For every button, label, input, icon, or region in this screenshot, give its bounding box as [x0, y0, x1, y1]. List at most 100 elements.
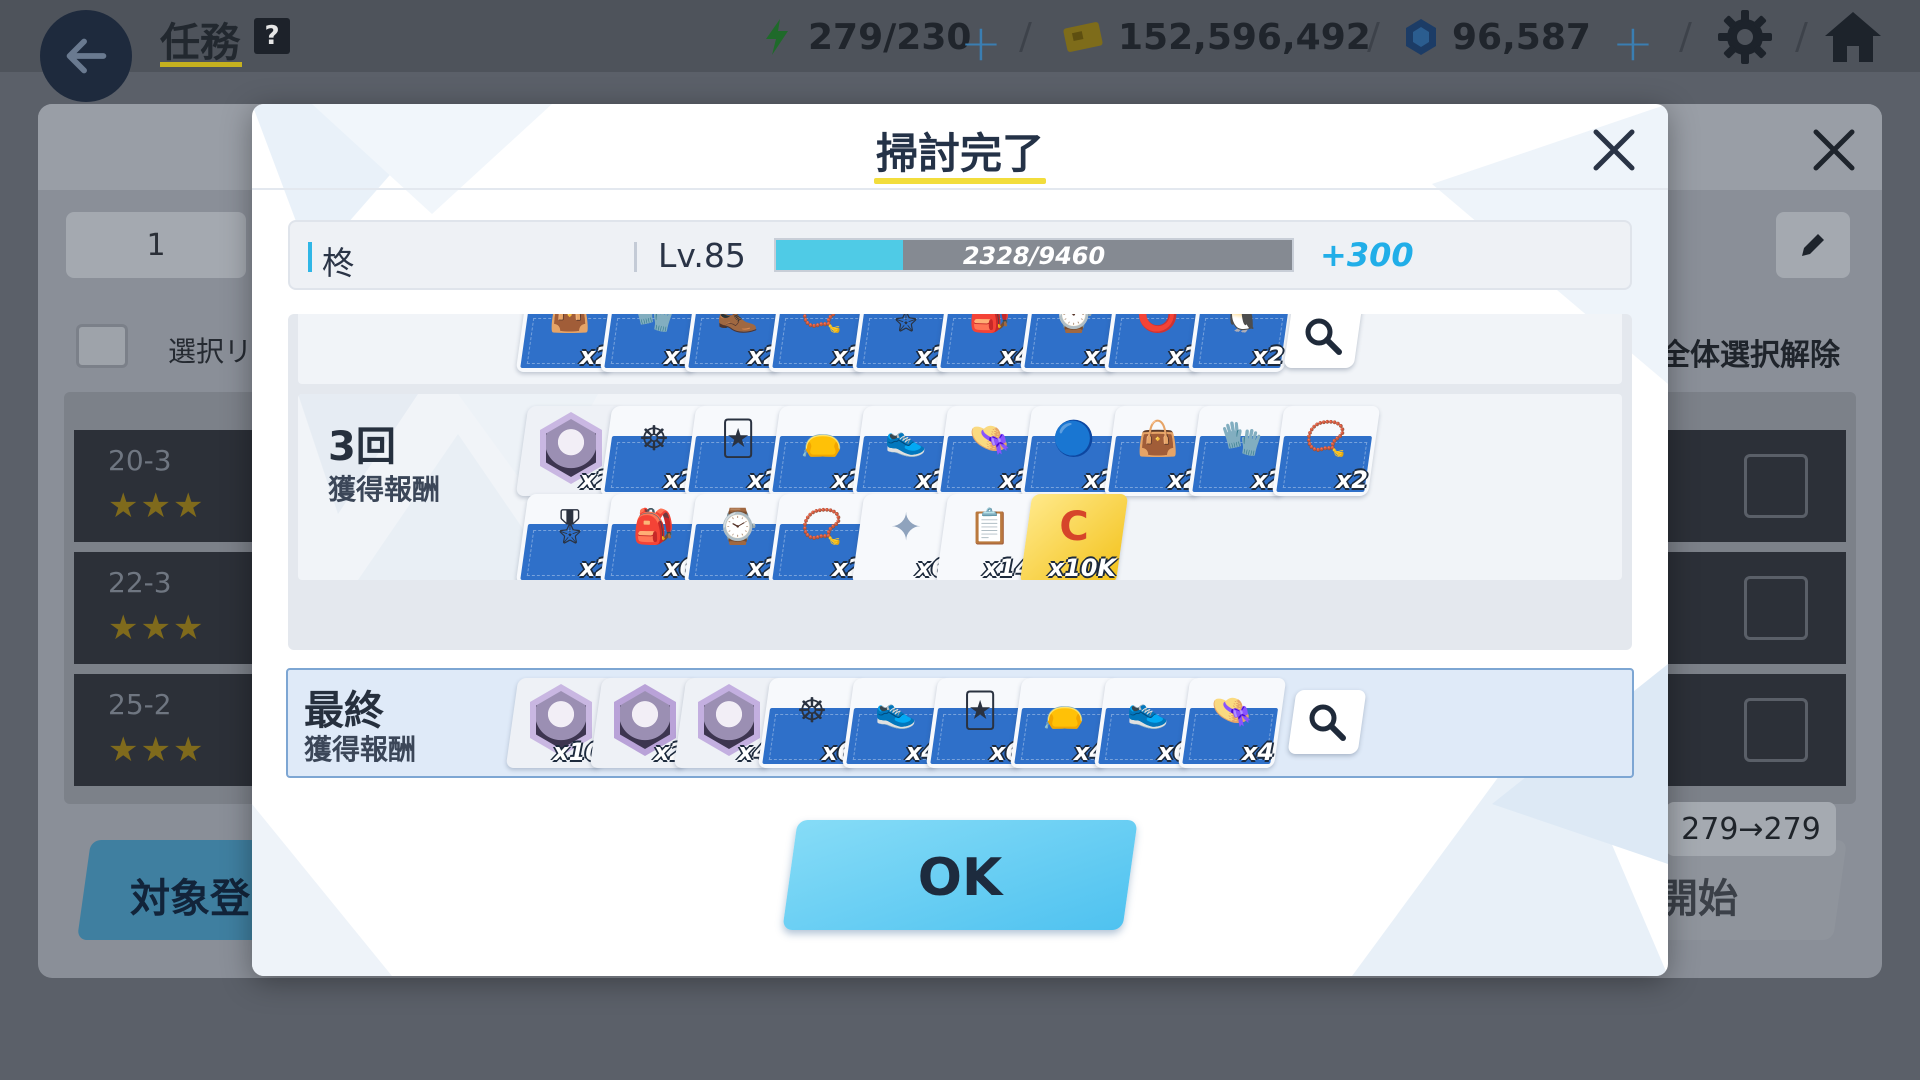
purple-gloves-icon: 🧤: [1220, 419, 1264, 459]
final-subtitle: 獲得報酬: [304, 733, 417, 766]
edit-button[interactable]: [1776, 212, 1850, 278]
reward-item-penguin-charm[interactable]: 🐧 x2: [1187, 314, 1297, 372]
gem-value: 96,587: [1452, 16, 1591, 58]
pink-watch-icon: ⌚: [1052, 314, 1096, 335]
round-subtitle: 獲得報酬: [328, 473, 441, 506]
tote-bag-icon: 👝: [1042, 691, 1086, 731]
stage-label: 20-3: [108, 444, 172, 477]
exp-text: 2328/9460: [962, 242, 1106, 270]
round-title: 3回: [328, 424, 396, 470]
penguin-charm-icon: 🐧: [1220, 314, 1264, 335]
stage-stars: ★★★: [108, 608, 206, 648]
bucket-hat-icon: 👒: [968, 419, 1012, 459]
reward-row-partial: 👜 x2 🧤 x2 👞 x2 📿 x2 🎖 x2 🎒 x4 ⌚ x2 ⭕ x2 🐧 x2: [298, 314, 1622, 384]
sweep-complete-dialog: 掃討完了 柊 Lv.85 2328/9460 +300 👜 x2 🧤 x2 👞 x2 📿 x2…: [252, 104, 1668, 976]
bucket-hat-icon: 👒: [1210, 691, 1254, 731]
credit-card-icon: C: [1059, 504, 1089, 550]
title-underline: [160, 62, 242, 67]
search-icon: [1309, 704, 1346, 741]
green-boots-icon: 👟: [884, 419, 928, 459]
credit-counter: 152,596,492: [1062, 12, 1371, 62]
lightning-icon: [766, 19, 788, 55]
stage-checkbox[interactable]: [1744, 698, 1808, 762]
character-level: Lv.85: [658, 236, 746, 275]
ok-button-label[interactable]: OK: [790, 848, 1130, 908]
title-underline: [874, 178, 1046, 184]
close-icon[interactable]: [1588, 124, 1640, 176]
silver-necklace-icon: 📿: [800, 314, 844, 335]
black-choker-icon: ⭕: [1136, 314, 1180, 335]
credit-card-icon: [1063, 22, 1103, 52]
silver-orb-icon: ✦: [890, 505, 922, 549]
reward-scroll-area[interactable]: 👜 x2 🧤 x2 👞 x2 📿 x2 🎖 x2 🎒 x4 ⌚ x2 ⭕ x2 🐧 x2 3回 獲得報酬 x2 ☸ x…: [288, 314, 1632, 650]
exp-gain: +300: [1320, 236, 1414, 274]
item-quantity: x4: [1241, 738, 1274, 766]
reward-item-credit-card[interactable]: Cx10K: [1019, 494, 1129, 580]
accent-mark: [308, 242, 312, 272]
stage-stars: ★★★: [108, 486, 206, 526]
home-icon[interactable]: [1822, 8, 1884, 66]
red-shoes-icon: 👞: [716, 314, 760, 335]
pink-badge-icon: 🔵: [1052, 419, 1096, 459]
divider: [634, 242, 637, 272]
stage-label: 25-2: [108, 688, 172, 721]
pink-bag-icon: 🎒: [968, 314, 1012, 335]
tote-bag-icon: 👝: [800, 419, 844, 459]
pencil-icon: [1802, 234, 1824, 256]
pink-bag-icon: 🎒: [632, 507, 676, 547]
red-badge-icon: 🎖: [884, 314, 928, 335]
close-icon[interactable]: [1808, 124, 1860, 176]
ap-preview-bubble: 279→279: [1666, 802, 1836, 856]
stage-stars: ★★★: [108, 730, 206, 770]
tab-1[interactable]: 1: [66, 212, 246, 278]
silver-necklace-icon: 📿: [1304, 419, 1348, 459]
ap-value: 279/230: [808, 16, 972, 58]
gold-watch-icon: ⌚: [716, 507, 760, 547]
stage-label: 22-3: [108, 566, 172, 599]
red-badge-icon: 🎖: [548, 507, 592, 547]
select-label: 選択リ: [168, 335, 253, 368]
search-button[interactable]: [1283, 314, 1363, 368]
purple-gloves-icon: 🧤: [632, 314, 676, 335]
gem-counter: 96,587: [1404, 12, 1591, 62]
start-label: 開始: [1658, 876, 1738, 922]
gem-icon: [1406, 19, 1436, 55]
blue-sneakers-icon: 👟: [874, 691, 918, 731]
final-reward-row: 最終 獲得報酬 x10 x2 x4 ☸ x6 👟 x4 🃏 x6 👝 x4 👟 x6 👒 x4: [286, 668, 1634, 778]
reward-item-silver-necklace[interactable]: 📿 x2: [1271, 406, 1381, 496]
page-title: 任務: [160, 20, 240, 66]
select-checkbox[interactable]: [76, 324, 128, 368]
blue-necklace-icon: 📿: [800, 507, 844, 547]
ship-wheel-icon: ☸: [796, 691, 828, 731]
back-arrow-icon: [66, 38, 107, 74]
reward-row-round3: 3回 獲得報酬 x2 ☸ x2 🃏 x2 👝 x2 👟 x2 👒 x2 🔵 x2 👜 x2 🧤 x2 📿 x2 🎖 x2…: [298, 394, 1622, 580]
exp-progress-bar: 2328/9460: [774, 238, 1294, 272]
search-icon: [1305, 318, 1342, 355]
character-name: 柊: [322, 244, 355, 282]
dialog-title: 掃討完了: [875, 129, 1044, 178]
stage-checkbox[interactable]: [1744, 454, 1808, 518]
ship-wheel-icon: ☸: [638, 419, 670, 459]
item-quantity: x2: [1251, 342, 1284, 370]
reward-item-bucket-hat[interactable]: 👒 x4: [1177, 678, 1287, 768]
gear-icon[interactable]: [1716, 8, 1774, 66]
green-boots-icon: 👟: [1126, 691, 1170, 731]
ap-counter: 279/230: [760, 12, 971, 62]
report-clipboard-icon: 📋: [968, 507, 1012, 547]
help-button[interactable]: ?: [254, 18, 290, 54]
card-deck-icon: 🃏: [720, 419, 756, 459]
add-gem-button[interactable]: +: [1612, 14, 1654, 72]
card-deck-icon: 🃏: [962, 691, 998, 731]
character-exp-bar: 柊 Lv.85 2328/9460 +300: [288, 220, 1632, 290]
stage-checkbox[interactable]: [1744, 576, 1808, 640]
purple-bag-icon: 👜: [548, 314, 592, 335]
add-ap-button[interactable]: +: [960, 14, 1002, 72]
deselect-all-button[interactable]: 全体選択解除: [1660, 330, 1840, 374]
back-button[interactable]: [40, 10, 132, 102]
credit-value: 152,596,492: [1118, 16, 1371, 58]
item-quantity: x10K: [1048, 554, 1116, 580]
target-register-label: 対象登: [130, 876, 250, 922]
search-button[interactable]: [1287, 690, 1367, 754]
dialog-header: 掃討完了: [252, 104, 1668, 190]
purple-bag-icon: 👜: [1136, 419, 1180, 459]
